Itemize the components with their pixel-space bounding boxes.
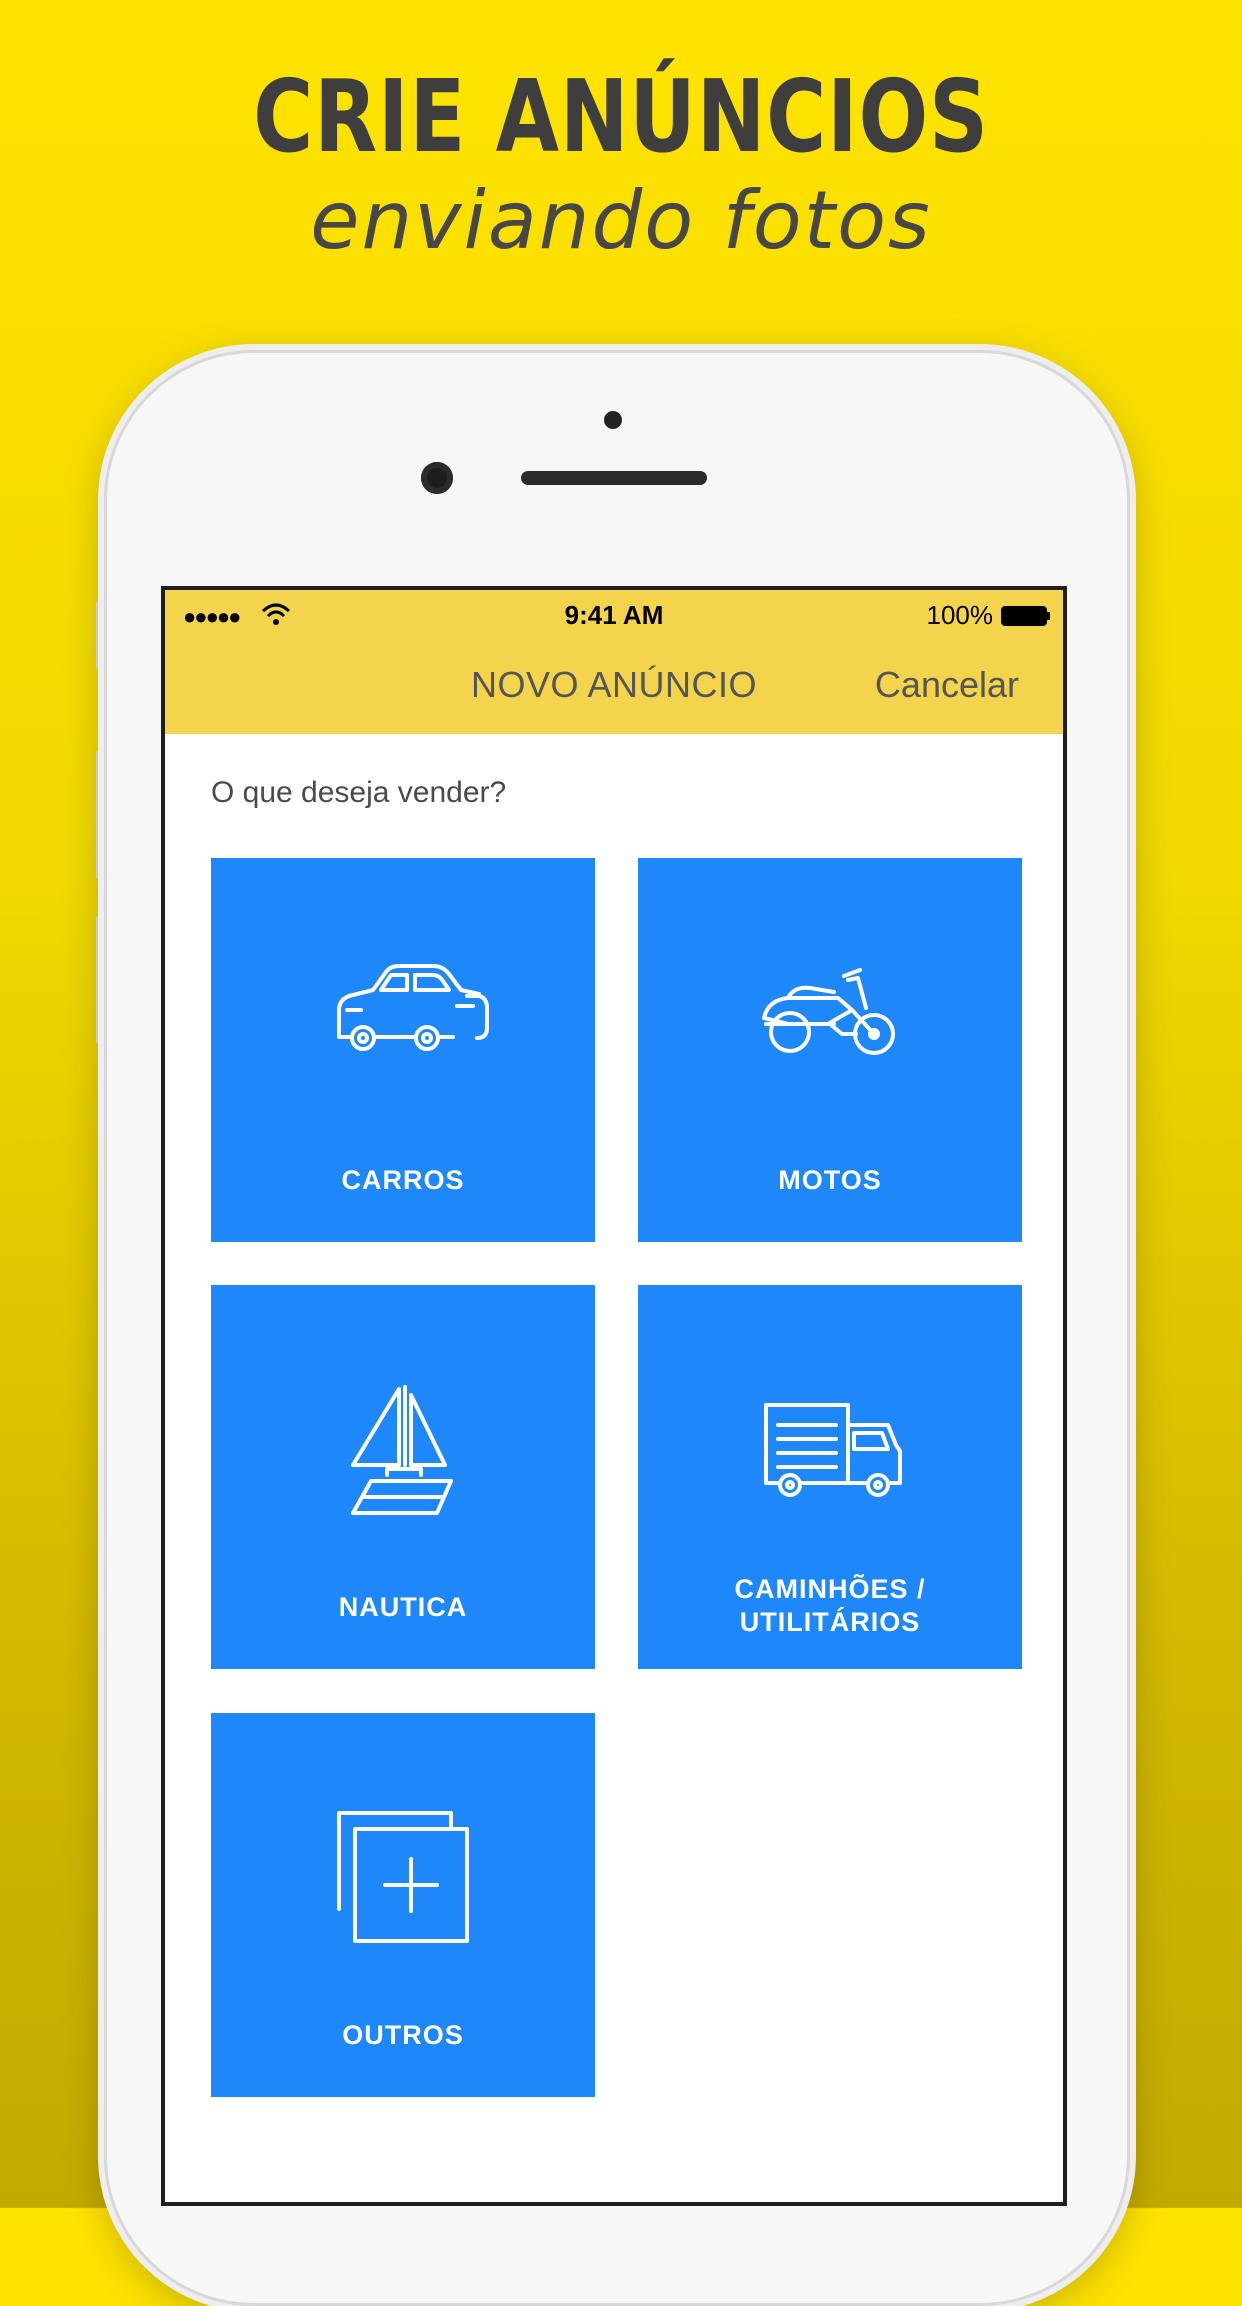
- app-screen: ●●●●● 9:41 AM 100% NOVO ANÚNCIO Cancelar…: [161, 586, 1067, 2206]
- battery-icon: [1001, 606, 1050, 626]
- tile-label-outros: OUTROS: [342, 2020, 464, 2050]
- proximity-sensor: [604, 411, 622, 429]
- earpiece-speaker: [521, 471, 707, 485]
- category-tile-carros[interactable]: CARROS: [211, 858, 595, 1242]
- tile-label-caminhoes-line1: CAMINHÕES /: [734, 1574, 926, 1604]
- category-tile-nautica[interactable]: NAUTICA: [211, 1285, 595, 1669]
- tile-label-carros: CARROS: [341, 1165, 465, 1195]
- tile-label-caminhoes-line2: UTILITÁRIOS: [739, 1607, 921, 1637]
- promo-subheadline: enviando fotos: [310, 174, 932, 267]
- phone-volume-down: [96, 915, 104, 1045]
- tile-label-nautica: NAUTICA: [338, 1592, 468, 1622]
- phone-volume-up: [96, 750, 104, 880]
- category-tile-motos[interactable]: MOTOS: [638, 858, 1022, 1242]
- phone-mute-switch: [96, 600, 104, 670]
- navigation-bar: NOVO ANÚNCIO Cancelar: [165, 640, 1063, 734]
- front-camera: [421, 462, 453, 494]
- status-bar: ●●●●● 9:41 AM 100%: [165, 590, 1063, 640]
- tile-label-motos: MOTOS: [778, 1165, 882, 1195]
- category-tile-outros[interactable]: OUTROS: [211, 1713, 595, 2097]
- category-tile-caminhoes[interactable]: CAMINHÕES / UTILITÁRIOS: [638, 1285, 1022, 1669]
- category-prompt: O que deseja vender?: [211, 776, 507, 809]
- cancel-button[interactable]: Cancelar: [875, 664, 1019, 706]
- battery-percentage: 100%: [926, 600, 994, 630]
- promo-headline: CRIE ANÚNCIOS: [253, 58, 989, 175]
